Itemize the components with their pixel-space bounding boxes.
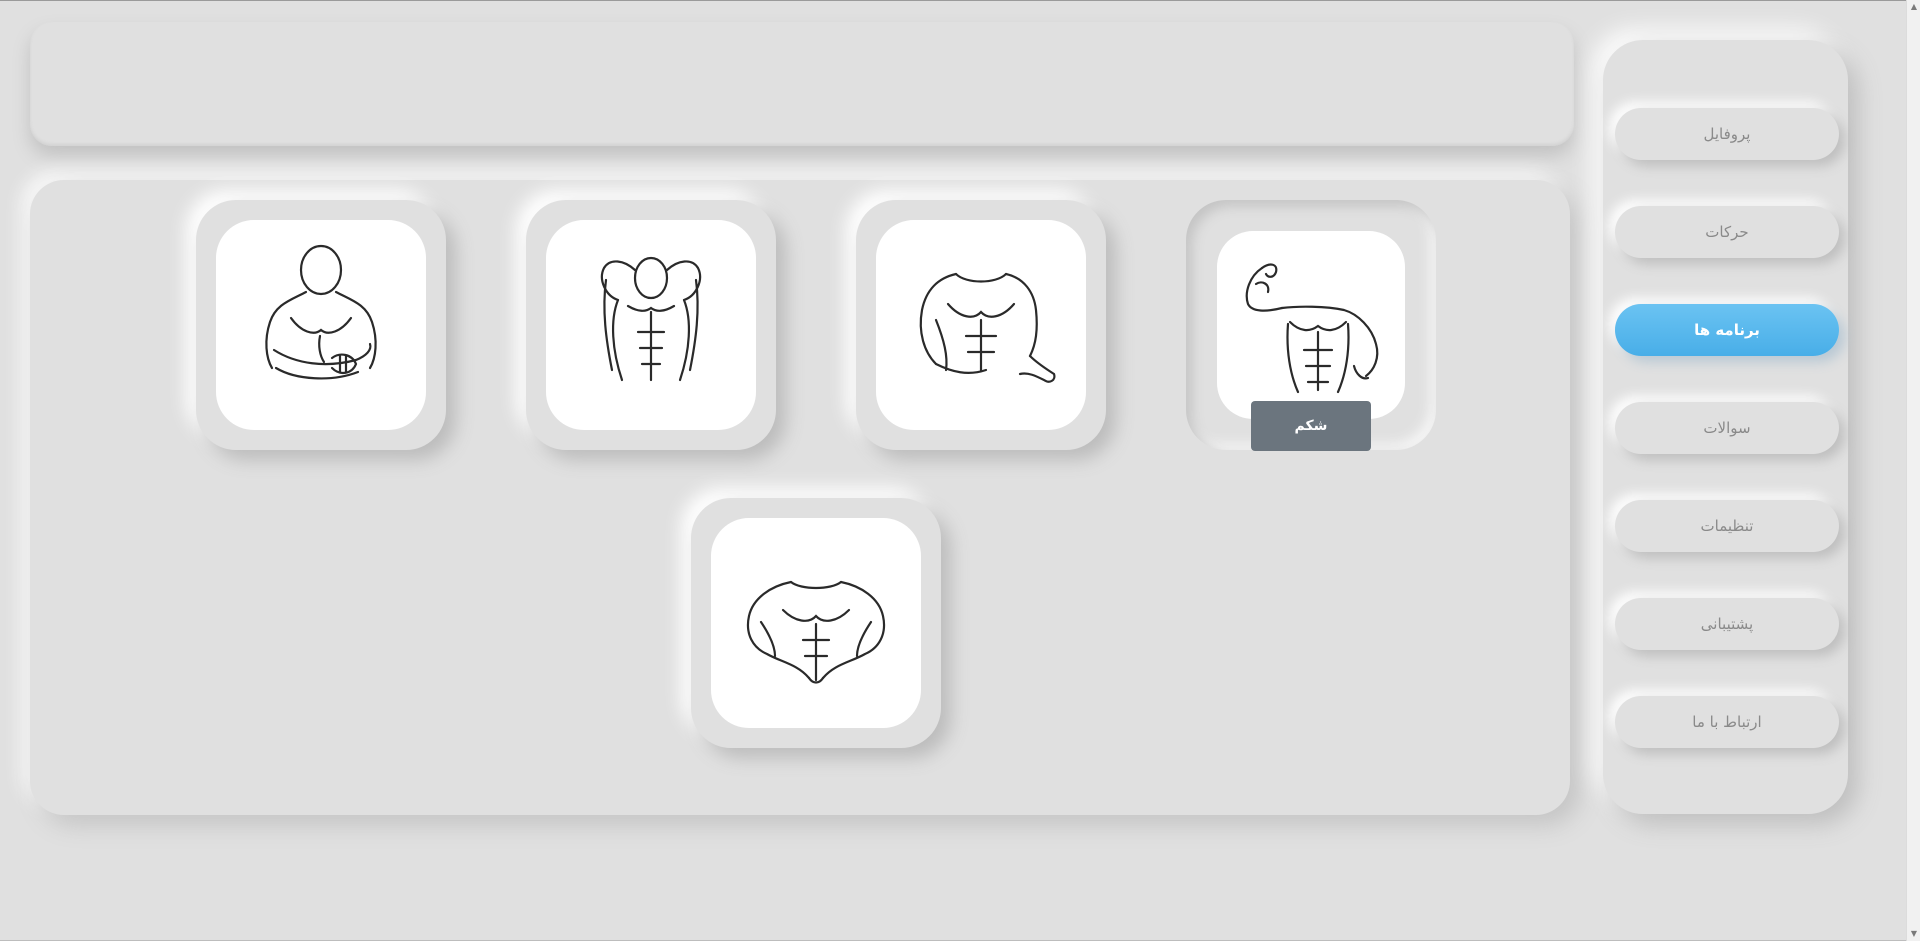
header-bar	[30, 22, 1574, 146]
sidebar-item-exercises[interactable]: حرکات	[1615, 206, 1839, 258]
bodybuilder-arms-crossed-icon	[265, 244, 377, 380]
sidebar-item-faq[interactable]: سوالات	[1615, 402, 1839, 454]
sidebar-item-profile[interactable]: پروفایل	[1615, 108, 1839, 160]
bodybuilder-torso-icon	[919, 272, 1056, 383]
card-image	[1217, 231, 1405, 419]
sidebar: پروفایل حرکات برنامه ها سوالات تنظیمات پ…	[1603, 40, 1848, 814]
sidebar-item-programs[interactable]: برنامه ها	[1615, 304, 1839, 356]
card-image	[216, 220, 426, 430]
main-panel: شکم	[30, 180, 1570, 815]
sidebar-item-settings[interactable]: تنظیمات	[1615, 500, 1839, 552]
top-border	[0, 0, 1906, 1]
program-card-4[interactable]: شکم	[1186, 200, 1436, 451]
scroll-down-icon[interactable]: ▼	[1909, 929, 1919, 939]
scroll-up-icon[interactable]: ▲	[1909, 2, 1919, 12]
header-inner	[40, 32, 1564, 128]
program-card-5[interactable]	[691, 498, 941, 748]
vertical-scrollbar[interactable]: ▲ ▼	[1906, 0, 1920, 941]
card-label: شکم	[1251, 401, 1371, 451]
program-card-3[interactable]	[856, 200, 1106, 450]
bodybuilder-chest-lats-icon	[746, 580, 886, 684]
bodybuilder-back-pose-icon	[600, 256, 702, 382]
sidebar-item-contact[interactable]: ارتباط با ما	[1615, 696, 1839, 748]
card-image	[546, 220, 756, 430]
program-card-2[interactable]	[526, 200, 776, 450]
sidebar-item-support[interactable]: پشتیبانی	[1615, 598, 1839, 650]
card-image	[876, 220, 1086, 430]
program-card-1[interactable]	[196, 200, 446, 450]
card-image	[711, 518, 921, 728]
bodybuilder-biceps-flex-icon	[1245, 263, 1379, 394]
